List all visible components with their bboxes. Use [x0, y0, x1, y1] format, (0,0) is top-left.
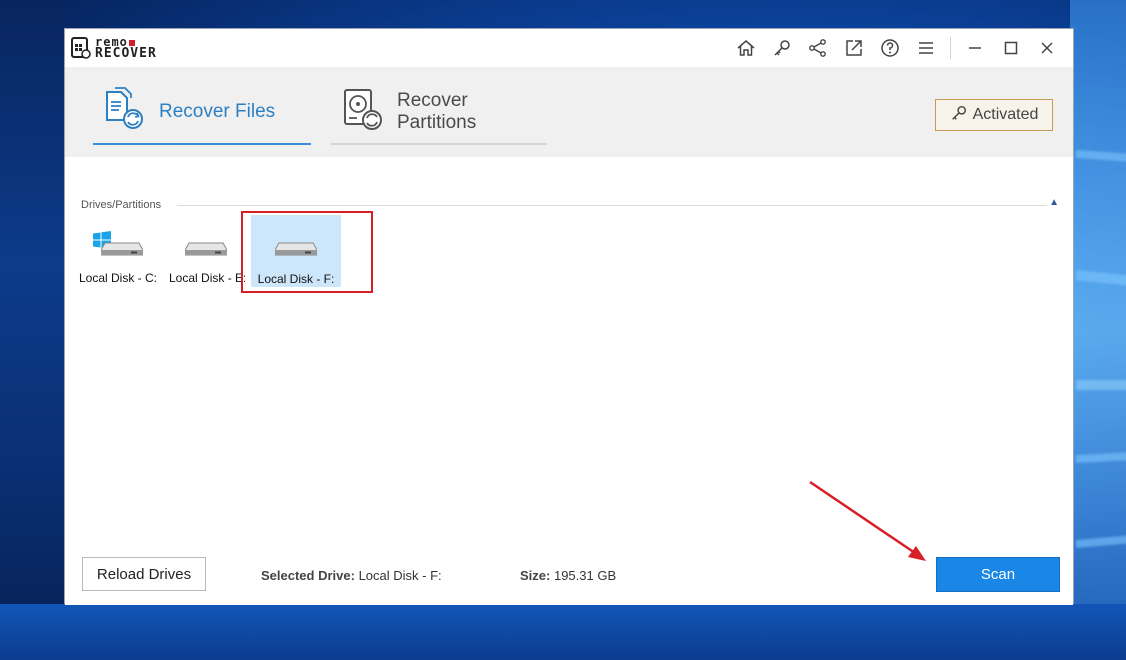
drive-icon: [275, 242, 317, 256]
selected-drive-value: Local Disk - F:: [358, 568, 442, 583]
drives-panel: Drives/Partitions ▲ Local Disk - C: Loca…: [65, 157, 1073, 605]
close-icon[interactable]: [1029, 35, 1065, 61]
tab-bar: Recover Files Recover Partitions Activat…: [65, 67, 1073, 157]
title-bar-controls: [728, 35, 1065, 61]
app-logo: remo RECOVER: [71, 35, 157, 61]
logo-icon: [71, 37, 91, 59]
size-value: 195.31 GB: [553, 568, 617, 583]
drive-icon: [185, 242, 227, 256]
maximize-icon[interactable]: [993, 35, 1029, 61]
menu-icon[interactable]: [908, 35, 944, 61]
desktop-wallpaper-left: [0, 0, 64, 660]
drive-item-c[interactable]: Local Disk - C:: [73, 215, 163, 285]
share-icon[interactable]: [800, 35, 836, 61]
tab-recover-partitions-label: Recover Partitions: [397, 90, 477, 133]
drive-name: Local Disk - C:: [78, 271, 158, 285]
key-icon[interactable]: [764, 35, 800, 61]
help-icon[interactable]: [872, 35, 908, 61]
tab-recover-files[interactable]: Recover Files: [93, 81, 311, 145]
collapse-chevron-icon[interactable]: ▲: [1049, 197, 1059, 208]
title-bar: remo RECOVER: [65, 29, 1073, 67]
app-window: remo RECOVER Recover Files Recover Parti…: [64, 28, 1074, 605]
key-icon: [950, 104, 968, 127]
tab-recover-partitions[interactable]: Recover Partitions: [331, 81, 547, 145]
selected-drive-label: Selected Drive:: [261, 568, 355, 583]
wallpaper-beam: [1076, 380, 1126, 390]
recover-files-icon: [101, 86, 149, 139]
activated-button[interactable]: Activated: [935, 99, 1053, 131]
drives-section-label: Drives/Partitions: [81, 199, 162, 211]
logo-text-bottom: RECOVER: [95, 46, 157, 61]
minimize-icon[interactable]: [957, 35, 993, 61]
section-divider: [177, 205, 1047, 206]
drive-name: Local Disk - E:: [169, 271, 245, 285]
size-label: Size:: [520, 568, 551, 583]
footer-bar: Reload Drives Selected Drive: Local Disk…: [65, 557, 1073, 605]
desktop-wallpaper-bottom: [0, 604, 1126, 660]
scan-button[interactable]: Scan: [936, 557, 1060, 592]
export-icon[interactable]: [836, 35, 872, 61]
drive-icon: [101, 242, 143, 256]
title-bar-divider: [950, 37, 951, 59]
desktop-wallpaper-light: [1070, 0, 1126, 660]
drive-item-e[interactable]: Local Disk - E:: [165, 215, 255, 285]
tab-recover-files-label: Recover Files: [159, 101, 276, 122]
home-icon[interactable]: [728, 35, 764, 61]
recover-partitions-icon: [339, 86, 387, 139]
drive-item-f[interactable]: Local Disk - F:: [251, 215, 341, 287]
drive-name: Local Disk - F:: [257, 272, 335, 286]
size-info: Size: 195.31 GB: [520, 568, 616, 583]
activated-label: Activated: [972, 106, 1039, 123]
selected-drive-info: Selected Drive: Local Disk - F:: [261, 568, 442, 583]
reload-drives-button[interactable]: Reload Drives: [82, 557, 206, 591]
